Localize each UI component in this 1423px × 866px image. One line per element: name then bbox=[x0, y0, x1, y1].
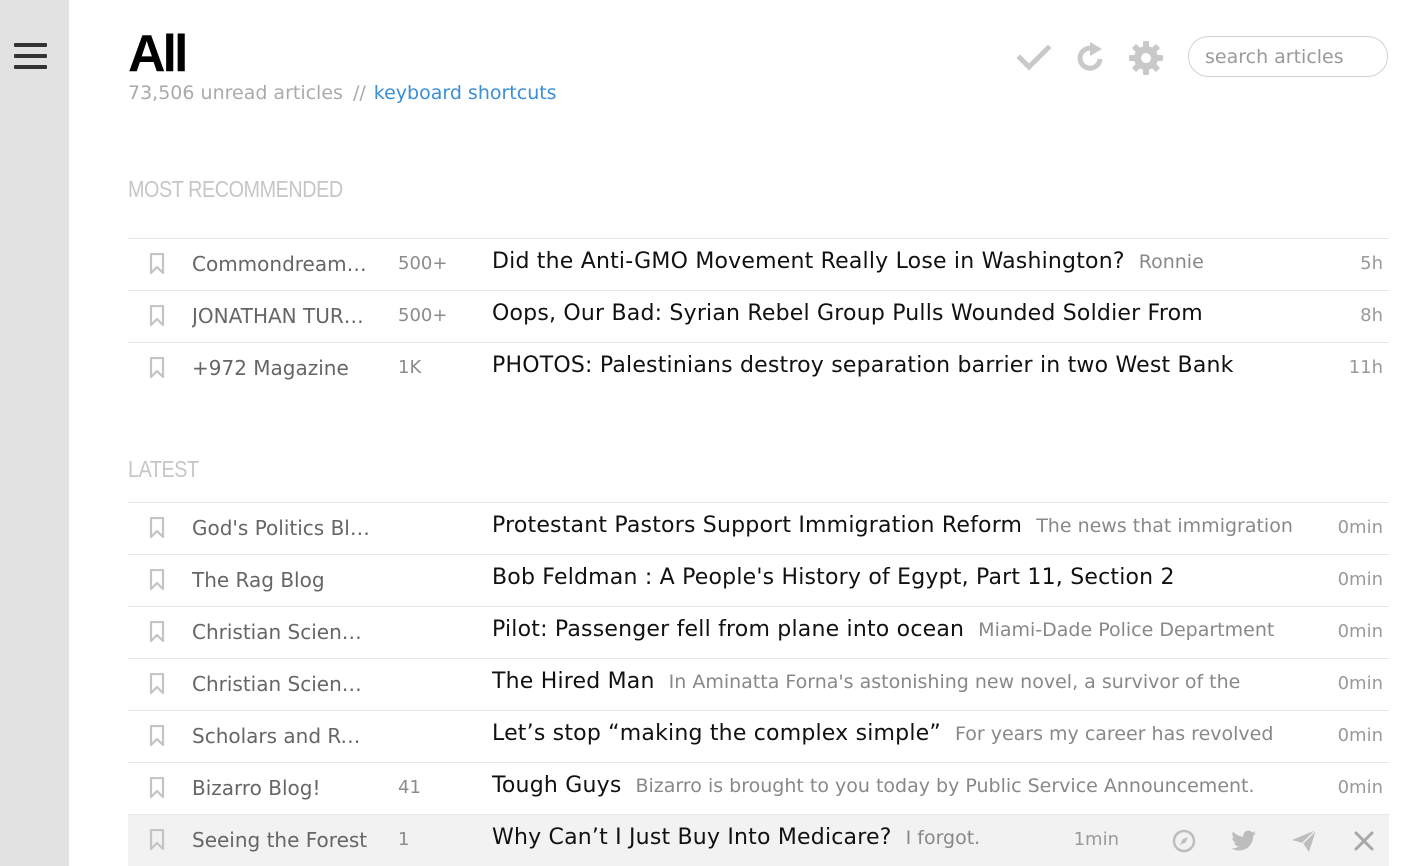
article-source[interactable]: Bizarro Blog! bbox=[192, 776, 372, 800]
page-title: All bbox=[128, 25, 188, 83]
article-text[interactable]: Let’s stop “making the complex simple” Fo… bbox=[492, 721, 1322, 746]
bookmark-icon[interactable] bbox=[149, 516, 165, 539]
bookmark-icon[interactable] bbox=[149, 620, 165, 643]
article-headline[interactable]: Let’s stop “making the complex simple” bbox=[492, 721, 941, 746]
latest-list: God's Politics Blog Protestant Pastors S… bbox=[128, 502, 1389, 866]
article-headline[interactable]: The Hired Man bbox=[492, 669, 655, 694]
article-headline[interactable]: Why Can’t I Just Buy Into Medicare? bbox=[492, 825, 892, 850]
article-time: 8h bbox=[1360, 305, 1383, 326]
article-text[interactable]: Pilot: Passenger fell from plane into oc… bbox=[492, 617, 1322, 642]
article-time: 0min bbox=[1337, 673, 1383, 694]
article-headline[interactable]: Oops, Our Bad: Syrian Rebel Group Pulls … bbox=[492, 301, 1203, 326]
article-row[interactable]: The Rag Blog Bob Feldman : A People's Hi… bbox=[128, 554, 1389, 606]
article-row[interactable]: Scholars and Rogues Let’s stop “making t… bbox=[128, 710, 1389, 762]
bookmark-icon[interactable] bbox=[149, 304, 165, 327]
article-source[interactable]: Commondreams.org Views bbox=[192, 252, 372, 276]
bookmark-icon[interactable] bbox=[149, 672, 165, 695]
article-row[interactable]: Bizarro Blog! 41 Tough Guys Bizarro is br… bbox=[128, 762, 1389, 814]
article-row[interactable]: Seeing the Forest 1 Why Can’t I Just Buy… bbox=[128, 814, 1389, 866]
recommend-count: 500+ bbox=[398, 305, 448, 326]
article-text[interactable]: Protestant Pastors Support Immigration R… bbox=[492, 513, 1322, 538]
article-row[interactable]: Christian Science Monitor The Hired Man I… bbox=[128, 658, 1389, 710]
article-snippet: For years my career has revolved bbox=[955, 723, 1274, 745]
bookmark-icon[interactable] bbox=[149, 776, 165, 799]
checkmark-icon[interactable] bbox=[1016, 40, 1052, 76]
article-text[interactable]: PHOTOS: Palestinians destroy separation … bbox=[492, 353, 1322, 378]
article-snippet: Miami-Dade Police Department bbox=[978, 619, 1275, 641]
article-time: 5h bbox=[1360, 253, 1383, 274]
article-time: 0min bbox=[1337, 725, 1383, 746]
article-headline[interactable]: Pilot: Passenger fell from plane into oc… bbox=[492, 617, 964, 642]
bookmark-icon[interactable] bbox=[149, 828, 165, 851]
recommend-count: 1 bbox=[398, 829, 410, 850]
article-row[interactable]: Commondreams.org Views 500+ Did the Anti… bbox=[128, 238, 1389, 290]
close-icon[interactable] bbox=[1349, 827, 1379, 855]
article-time: 1min bbox=[1073, 829, 1119, 850]
section-title-recommended: MOST RECOMMENDED bbox=[128, 176, 343, 202]
article-text[interactable]: Bob Feldman : A People's History of Egyp… bbox=[492, 565, 1322, 590]
recommend-count: 1K bbox=[398, 357, 422, 378]
article-text[interactable]: The Hired Man In Aminatta Forna's astonis… bbox=[492, 669, 1322, 694]
unread-count: 73,506 unread articles bbox=[128, 82, 343, 104]
article-snippet: Ronnie bbox=[1138, 251, 1204, 273]
gear-icon[interactable] bbox=[1128, 40, 1164, 76]
article-time: 0min bbox=[1337, 777, 1383, 798]
article-text[interactable]: Oops, Our Bad: Syrian Rebel Group Pulls … bbox=[492, 301, 1322, 326]
recommend-count: 41 bbox=[398, 777, 421, 798]
search-input[interactable] bbox=[1188, 36, 1388, 77]
recommend-count: 500+ bbox=[398, 253, 448, 274]
bookmark-icon[interactable] bbox=[149, 568, 165, 591]
article-row[interactable]: God's Politics Blog Protestant Pastors S… bbox=[128, 502, 1389, 554]
subtitle-separator: // bbox=[352, 82, 366, 104]
section-title-latest: LATEST bbox=[128, 456, 199, 482]
article-text[interactable]: Tough Guys Bizarro is brought to you toda… bbox=[492, 773, 1322, 798]
bookmark-icon[interactable] bbox=[149, 724, 165, 747]
article-source[interactable]: Christian Science Monitor bbox=[192, 620, 372, 644]
article-row[interactable]: Christian Science Monitor Pilot: Passeng… bbox=[128, 606, 1389, 658]
article-source[interactable]: JONATHAN TURLEY bbox=[192, 304, 372, 328]
article-headline[interactable]: Tough Guys bbox=[492, 773, 621, 798]
hamburger-menu-icon[interactable] bbox=[14, 41, 47, 71]
article-source[interactable]: Scholars and Rogues bbox=[192, 724, 372, 748]
article-snippet: The news that immigration bbox=[1036, 515, 1293, 537]
article-headline[interactable]: PHOTOS: Palestinians destroy separation … bbox=[492, 353, 1234, 378]
article-text[interactable]: Did the Anti-GMO Movement Really Lose in… bbox=[492, 249, 1322, 274]
compass-icon[interactable] bbox=[1169, 827, 1199, 855]
recommended-list: Commondreams.org Views 500+ Did the Anti… bbox=[128, 238, 1389, 394]
row-actions bbox=[1169, 827, 1379, 855]
article-source[interactable]: Christian Science Monitor bbox=[192, 672, 372, 696]
refresh-icon[interactable] bbox=[1072, 40, 1108, 76]
sidebar bbox=[0, 0, 69, 866]
article-row[interactable]: +972 Magazine 1K PHOTOS: Palestinians de… bbox=[128, 342, 1389, 394]
article-headline[interactable]: Bob Feldman : A People's History of Egyp… bbox=[492, 565, 1175, 590]
article-snippet: In Aminatta Forna's astonishing new nove… bbox=[668, 671, 1241, 693]
keyboard-shortcuts-link[interactable]: keyboard shortcuts bbox=[374, 82, 557, 104]
article-time: 11h bbox=[1348, 357, 1383, 378]
article-time: 0min bbox=[1337, 517, 1383, 538]
article-row[interactable]: JONATHAN TURLEY 500+ Oops, Our Bad: Syri… bbox=[128, 290, 1389, 342]
article-source[interactable]: God's Politics Blog bbox=[192, 516, 372, 540]
send-icon[interactable] bbox=[1289, 827, 1319, 855]
main-content: All 73,506 unread articles // keyboard sho… bbox=[128, 0, 1389, 866]
article-headline[interactable]: Protestant Pastors Support Immigration R… bbox=[492, 513, 1022, 538]
article-source[interactable]: The Rag Blog bbox=[192, 568, 372, 592]
bookmark-icon[interactable] bbox=[149, 356, 165, 379]
article-snippet: I forgot. bbox=[905, 827, 981, 849]
twitter-icon[interactable] bbox=[1229, 827, 1259, 855]
article-source[interactable]: Seeing the Forest bbox=[192, 828, 372, 852]
article-text[interactable]: Why Can’t I Just Buy Into Medicare? I for… bbox=[492, 825, 1052, 850]
article-time: 0min bbox=[1337, 621, 1383, 642]
page-subtitle: 73,506 unread articles // keyboard shortcu… bbox=[128, 82, 557, 104]
article-source[interactable]: +972 Magazine bbox=[192, 356, 372, 380]
bookmark-icon[interactable] bbox=[149, 252, 165, 275]
article-time: 0min bbox=[1337, 569, 1383, 590]
article-snippet: Bizarro is brought to you today by Publi… bbox=[635, 775, 1255, 797]
article-headline[interactable]: Did the Anti-GMO Movement Really Lose in… bbox=[492, 249, 1125, 274]
